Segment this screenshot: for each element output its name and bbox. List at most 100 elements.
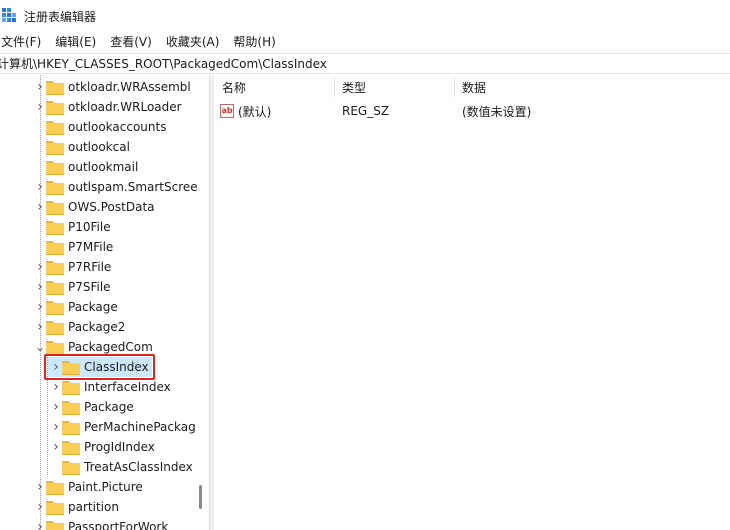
tree-item-label: TreatAsClassIndex: [84, 460, 193, 474]
column-header-name[interactable]: 名称: [222, 75, 246, 99]
tree-item[interactable]: › OWS.PostData: [34, 197, 155, 217]
tree-item[interactable]: › Paint.Picture: [34, 477, 143, 497]
tree-item[interactable]: outlookmail: [34, 157, 138, 177]
chevron-right-icon[interactable]: ›: [34, 297, 46, 317]
chevron-right-icon[interactable]: ›: [34, 317, 46, 337]
tree-scrollbar[interactable]: [195, 75, 209, 530]
chevron-right-icon[interactable]: ›: [50, 417, 62, 437]
value-name: (默认): [238, 104, 272, 119]
folder-icon: [46, 280, 64, 295]
menu-favorites[interactable]: 收藏夹(A): [166, 33, 228, 50]
chevron-right-icon[interactable]: ›: [34, 77, 46, 97]
tree-item[interactable]: › Package2: [34, 317, 125, 337]
tree-item-label: outlookcal: [68, 140, 130, 154]
chevron-right-icon[interactable]: ›: [34, 177, 46, 197]
tree-item[interactable]: › PassportForWork: [34, 517, 168, 530]
tree-item-label: PerMachinePackag: [84, 420, 196, 434]
value-row-name[interactable]: ab (默认): [220, 101, 271, 121]
tree-item-label: Package: [84, 400, 134, 414]
folder-icon: [46, 480, 64, 495]
tree-pane[interactable]: › otkloadr.WRAssembl › otkloadr.WRLoader out…: [0, 75, 209, 530]
tree-item[interactable]: › P7RFile: [34, 257, 111, 277]
tree-item-label: outlookaccounts: [68, 120, 167, 134]
tree-child-item[interactable]: TreatAsClassIndex: [50, 457, 193, 477]
folder-icon: [46, 200, 64, 215]
menu-edit[interactable]: 编辑(E): [55, 33, 104, 50]
chevron-right-icon[interactable]: ›: [34, 477, 46, 497]
chevron-right-icon[interactable]: ›: [34, 257, 46, 277]
title-bar: 注册表编辑器: [0, 0, 730, 30]
tree-item-label: P10File: [68, 220, 111, 234]
folder-icon: [46, 520, 64, 530]
menu-help[interactable]: 帮助(H): [233, 33, 283, 50]
chevron-right-icon[interactable]: ›: [34, 497, 46, 517]
folder-icon: [46, 320, 64, 335]
chevron-right-icon[interactable]: ›: [34, 277, 46, 297]
tree-item[interactable]: › otkloadr.WRLoader: [34, 97, 181, 117]
menu-bar: 文件(F) 编辑(E) 查看(V) 收藏夹(A) 帮助(H): [0, 31, 730, 51]
tree-item[interactable]: › Package: [34, 297, 118, 317]
tree-child-item[interactable]: › Package: [50, 397, 134, 417]
folder-icon: [62, 400, 80, 415]
menu-file[interactable]: 文件(F): [1, 33, 49, 50]
address-bar[interactable]: 计算机\HKEY_CLASSES_ROOT\PackagedCom\ClassI…: [0, 53, 730, 74]
chevron-right-icon[interactable]: ›: [34, 97, 46, 117]
tree-item-label: otkloadr.WRAssembl: [68, 80, 191, 94]
tree-item-label: OWS.PostData: [68, 200, 155, 214]
tree-item[interactable]: outlookaccounts: [34, 117, 166, 137]
registry-editor-icon: [2, 8, 16, 22]
chevron-right-icon[interactable]: ›: [50, 437, 62, 457]
folder-icon: [46, 340, 64, 355]
tree-item[interactable]: outlookcal: [34, 137, 130, 157]
chevron-right-icon[interactable]: ›: [34, 197, 46, 217]
tree-item[interactable]: › otkloadr.WRAssembl: [34, 77, 191, 97]
folder-icon: [46, 120, 64, 135]
tree-item-label: PackagedCom: [68, 340, 153, 354]
column-header-type[interactable]: 类型: [342, 75, 366, 99]
folder-icon: [46, 300, 64, 315]
folder-icon: [46, 500, 64, 515]
column-separator[interactable]: [454, 77, 455, 97]
tree-child-item[interactable]: › ProgIdIndex: [50, 437, 155, 457]
tree-item-label: Paint.Picture: [68, 480, 143, 494]
tree-item-label: Package2: [68, 320, 126, 334]
tree-item[interactable]: P7MFile: [34, 237, 113, 257]
tree-scrollbar-thumb[interactable]: [199, 485, 202, 509]
tree-item-label: InterfaceIndex: [84, 380, 171, 394]
folder-icon: [62, 460, 80, 475]
value-type: REG_SZ: [342, 104, 390, 118]
tree-child-item[interactable]: › InterfaceIndex: [50, 377, 171, 397]
folder-icon: [46, 240, 64, 255]
column-separator[interactable]: [334, 77, 335, 97]
tree-item-label: ProgIdIndex: [84, 440, 155, 454]
chevron-right-icon[interactable]: ›: [50, 397, 62, 417]
folder-icon: [46, 220, 64, 235]
folder-icon: [46, 100, 64, 115]
chevron-right-icon[interactable]: ›: [50, 377, 62, 397]
column-header-data[interactable]: 数据: [462, 75, 486, 99]
tree-item-label: P7MFile: [68, 240, 114, 254]
tree-item[interactable]: › outlspam.SmartScree: [34, 177, 197, 197]
folder-icon: [62, 420, 80, 435]
menu-view[interactable]: 查看(V): [110, 33, 160, 50]
folder-icon: [46, 160, 64, 175]
tree-item[interactable]: › partition: [34, 497, 119, 517]
values-pane[interactable]: 名称 类型 数据 ab (默认) REG_SZ (数值未设置): [214, 75, 730, 530]
tree-child-item[interactable]: › PerMachinePackag: [50, 417, 196, 437]
tree-item[interactable]: P10File: [34, 217, 111, 237]
tree-item-label: PassportForWork: [68, 520, 169, 530]
tree-item-label: P7RFile: [68, 260, 112, 274]
folder-icon: [46, 140, 64, 155]
tree-item-label: outlookmail: [68, 160, 139, 174]
string-value-icon: ab: [220, 104, 234, 118]
tree-item[interactable]: › P7SFile: [34, 277, 110, 297]
tree-item-label: Package: [68, 300, 118, 314]
folder-icon: [62, 380, 80, 395]
chevron-right-icon[interactable]: ›: [34, 517, 46, 530]
value-data: (数值未设置): [462, 104, 532, 119]
